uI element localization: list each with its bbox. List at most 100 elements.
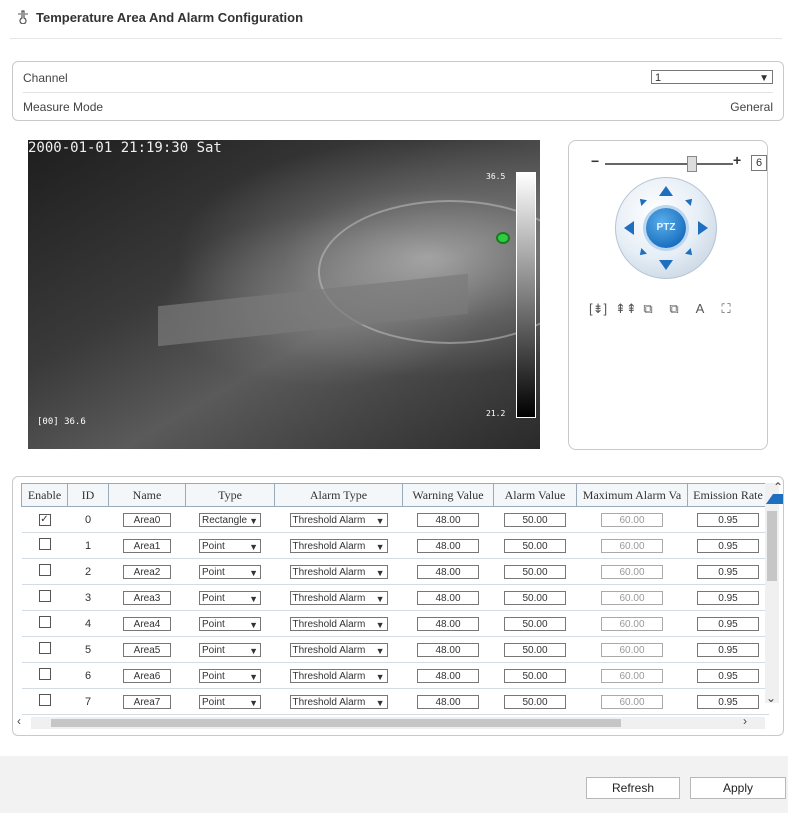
scroll-up-icon[interactable]: ⌃ xyxy=(766,480,783,504)
zoom-slider-handle[interactable] xyxy=(687,156,697,172)
pan-left-icon[interactable] xyxy=(624,221,634,235)
alarm-value-input[interactable]: 50.00 xyxy=(504,642,566,657)
alarm-value-input[interactable]: 50.00 xyxy=(504,668,566,683)
pan-up-right-icon[interactable] xyxy=(685,196,695,206)
chevron-down-icon: ▼ xyxy=(375,619,385,630)
horizontal-scrollbar[interactable]: ‹ › xyxy=(17,714,765,729)
emission-rate-input[interactable]: 0.95 xyxy=(697,564,759,579)
max-alarm-value-input: 60.00 xyxy=(601,616,663,631)
pan-up-icon[interactable] xyxy=(659,186,673,196)
emission-rate-input[interactable]: 0.95 xyxy=(697,668,759,683)
warning-cell: 48.00 xyxy=(402,532,494,559)
vertical-scrollbar[interactable]: ⌃ ⌄ xyxy=(765,480,783,705)
alarm-value-input[interactable]: 50.00 xyxy=(504,564,566,579)
emission-rate-input[interactable]: 0.95 xyxy=(697,642,759,657)
emission-rate-input[interactable]: 0.95 xyxy=(697,694,759,709)
pan-down-right-icon[interactable] xyxy=(685,248,695,258)
enable-checkbox[interactable] xyxy=(38,694,51,706)
scroll-right-icon[interactable]: › xyxy=(743,714,747,728)
zoom-in-icon[interactable]: [⇟] xyxy=(589,301,607,317)
name-input[interactable]: Area6 xyxy=(123,668,171,683)
alarm-type-select[interactable]: Threshold Alarm ▼ xyxy=(289,564,388,579)
alarm-type-select[interactable]: Threshold Alarm ▼ xyxy=(289,512,388,527)
warning-value-input[interactable]: 48.00 xyxy=(417,668,479,683)
type-select[interactable]: Point ▼ xyxy=(199,694,261,709)
warning-value-input[interactable]: 48.00 xyxy=(417,564,479,579)
type-select[interactable]: Rectangle ▼ xyxy=(199,512,261,527)
pan-down-left-icon[interactable] xyxy=(637,248,647,258)
pan-right-icon[interactable] xyxy=(698,221,708,235)
type-cell: Point ▼ xyxy=(185,636,275,663)
alarm-value-input[interactable]: 50.00 xyxy=(504,538,566,553)
type-select[interactable]: Point ▼ xyxy=(199,668,261,683)
measure-point-marker[interactable] xyxy=(496,232,510,244)
enable-checkbox[interactable] xyxy=(38,642,51,654)
name-input[interactable]: Area7 xyxy=(123,694,171,709)
name-input[interactable]: Area1 xyxy=(123,538,171,553)
warning-value-input[interactable]: 48.00 xyxy=(417,616,479,631)
warning-value-input[interactable]: 48.00 xyxy=(417,590,479,605)
warning-value-input[interactable]: 48.00 xyxy=(417,694,479,709)
area-table-panel: Enable ID Name Type Alarm Type Warning V… xyxy=(12,476,784,736)
pan-down-icon[interactable] xyxy=(659,260,673,270)
type-select[interactable]: Point ▼ xyxy=(199,642,261,657)
alarm-value-input[interactable]: 50.00 xyxy=(504,616,566,631)
enable-checkbox[interactable] xyxy=(38,590,51,602)
enable-checkbox[interactable] xyxy=(38,564,51,576)
alarm-type-select[interactable]: Threshold Alarm ▼ xyxy=(289,694,388,709)
zoom-plus-button[interactable]: + xyxy=(733,152,741,168)
zoom-out-icon[interactable]: ⇞⇞ xyxy=(615,301,637,317)
alarm-type-value: Threshold Alarm xyxy=(292,696,366,708)
alarm-type-select[interactable]: Threshold Alarm ▼ xyxy=(289,668,388,683)
alarm-type-select[interactable]: Threshold Alarm ▼ xyxy=(289,616,388,631)
name-input[interactable]: Area4 xyxy=(123,616,171,631)
alarm-value-input[interactable]: 50.00 xyxy=(504,512,566,527)
alarm-type-select[interactable]: Threshold Alarm ▼ xyxy=(289,590,388,605)
alarm-value-input[interactable]: 50.00 xyxy=(504,694,566,709)
name-input[interactable]: Area5 xyxy=(123,642,171,657)
warning-value-input[interactable]: 48.00 xyxy=(417,642,479,657)
scroll-down-icon[interactable]: ⌄ xyxy=(766,691,776,705)
zoom-slider-track[interactable] xyxy=(605,163,733,165)
enable-checkbox[interactable]: ✓ xyxy=(38,514,51,526)
name-input[interactable]: Area3 xyxy=(123,590,171,605)
name-cell: Area2 xyxy=(108,558,186,585)
focus-near-icon[interactable]: ⧉ xyxy=(641,301,655,317)
chevron-down-icon: ▼ xyxy=(759,73,769,84)
chevron-down-icon: ▼ xyxy=(375,593,385,604)
horizontal-scroll-thumb[interactable] xyxy=(51,719,621,727)
thermal-video-view[interactable]: 2000-01-01 21:19:30 Sat 36.5 21.2 [00] 3… xyxy=(28,140,540,449)
fit-icon[interactable]: ⛶ xyxy=(719,301,733,317)
emission-rate-input[interactable]: 0.95 xyxy=(697,512,759,527)
focus-far-icon[interactable]: ⧉ xyxy=(667,301,681,317)
type-select[interactable]: Point ▼ xyxy=(199,590,261,605)
alarm-type-select[interactable]: Threshold Alarm ▼ xyxy=(289,538,388,553)
enable-checkbox[interactable] xyxy=(38,538,51,550)
alarm-value-input[interactable]: 50.00 xyxy=(504,590,566,605)
emission-rate-input[interactable]: 0.95 xyxy=(697,616,759,631)
name-input[interactable]: Area2 xyxy=(123,564,171,579)
pan-up-left-icon[interactable] xyxy=(637,196,647,206)
apply-button[interactable]: Apply xyxy=(690,777,786,799)
chevron-down-icon: ▼ xyxy=(375,567,385,578)
name-input[interactable]: Area0 xyxy=(123,512,171,527)
alarm-type-select[interactable]: Threshold Alarm ▼ xyxy=(289,642,388,657)
id-cell: 5 xyxy=(67,636,109,663)
enable-checkbox[interactable] xyxy=(38,616,51,628)
scroll-left-icon[interactable]: ‹ xyxy=(17,714,21,728)
channel-select[interactable]: 1 ▼ xyxy=(651,70,773,84)
warning-value-input[interactable]: 48.00 xyxy=(417,512,479,527)
emission-rate-input[interactable]: 0.95 xyxy=(697,538,759,553)
type-select[interactable]: Point ▼ xyxy=(199,564,261,579)
zoom-value[interactable]: 6 xyxy=(751,155,767,171)
vertical-scroll-thumb[interactable] xyxy=(767,511,777,581)
ptz-center-button[interactable]: PTZ xyxy=(646,208,686,248)
auto-focus-icon[interactable]: A xyxy=(693,301,707,317)
type-select[interactable]: Point ▼ xyxy=(199,616,261,631)
enable-checkbox[interactable] xyxy=(38,668,51,680)
zoom-minus-button[interactable]: − xyxy=(591,153,599,169)
refresh-button[interactable]: Refresh xyxy=(586,777,680,799)
type-select[interactable]: Point ▼ xyxy=(199,538,261,553)
warning-value-input[interactable]: 48.00 xyxy=(417,538,479,553)
emission-rate-input[interactable]: 0.95 xyxy=(697,590,759,605)
